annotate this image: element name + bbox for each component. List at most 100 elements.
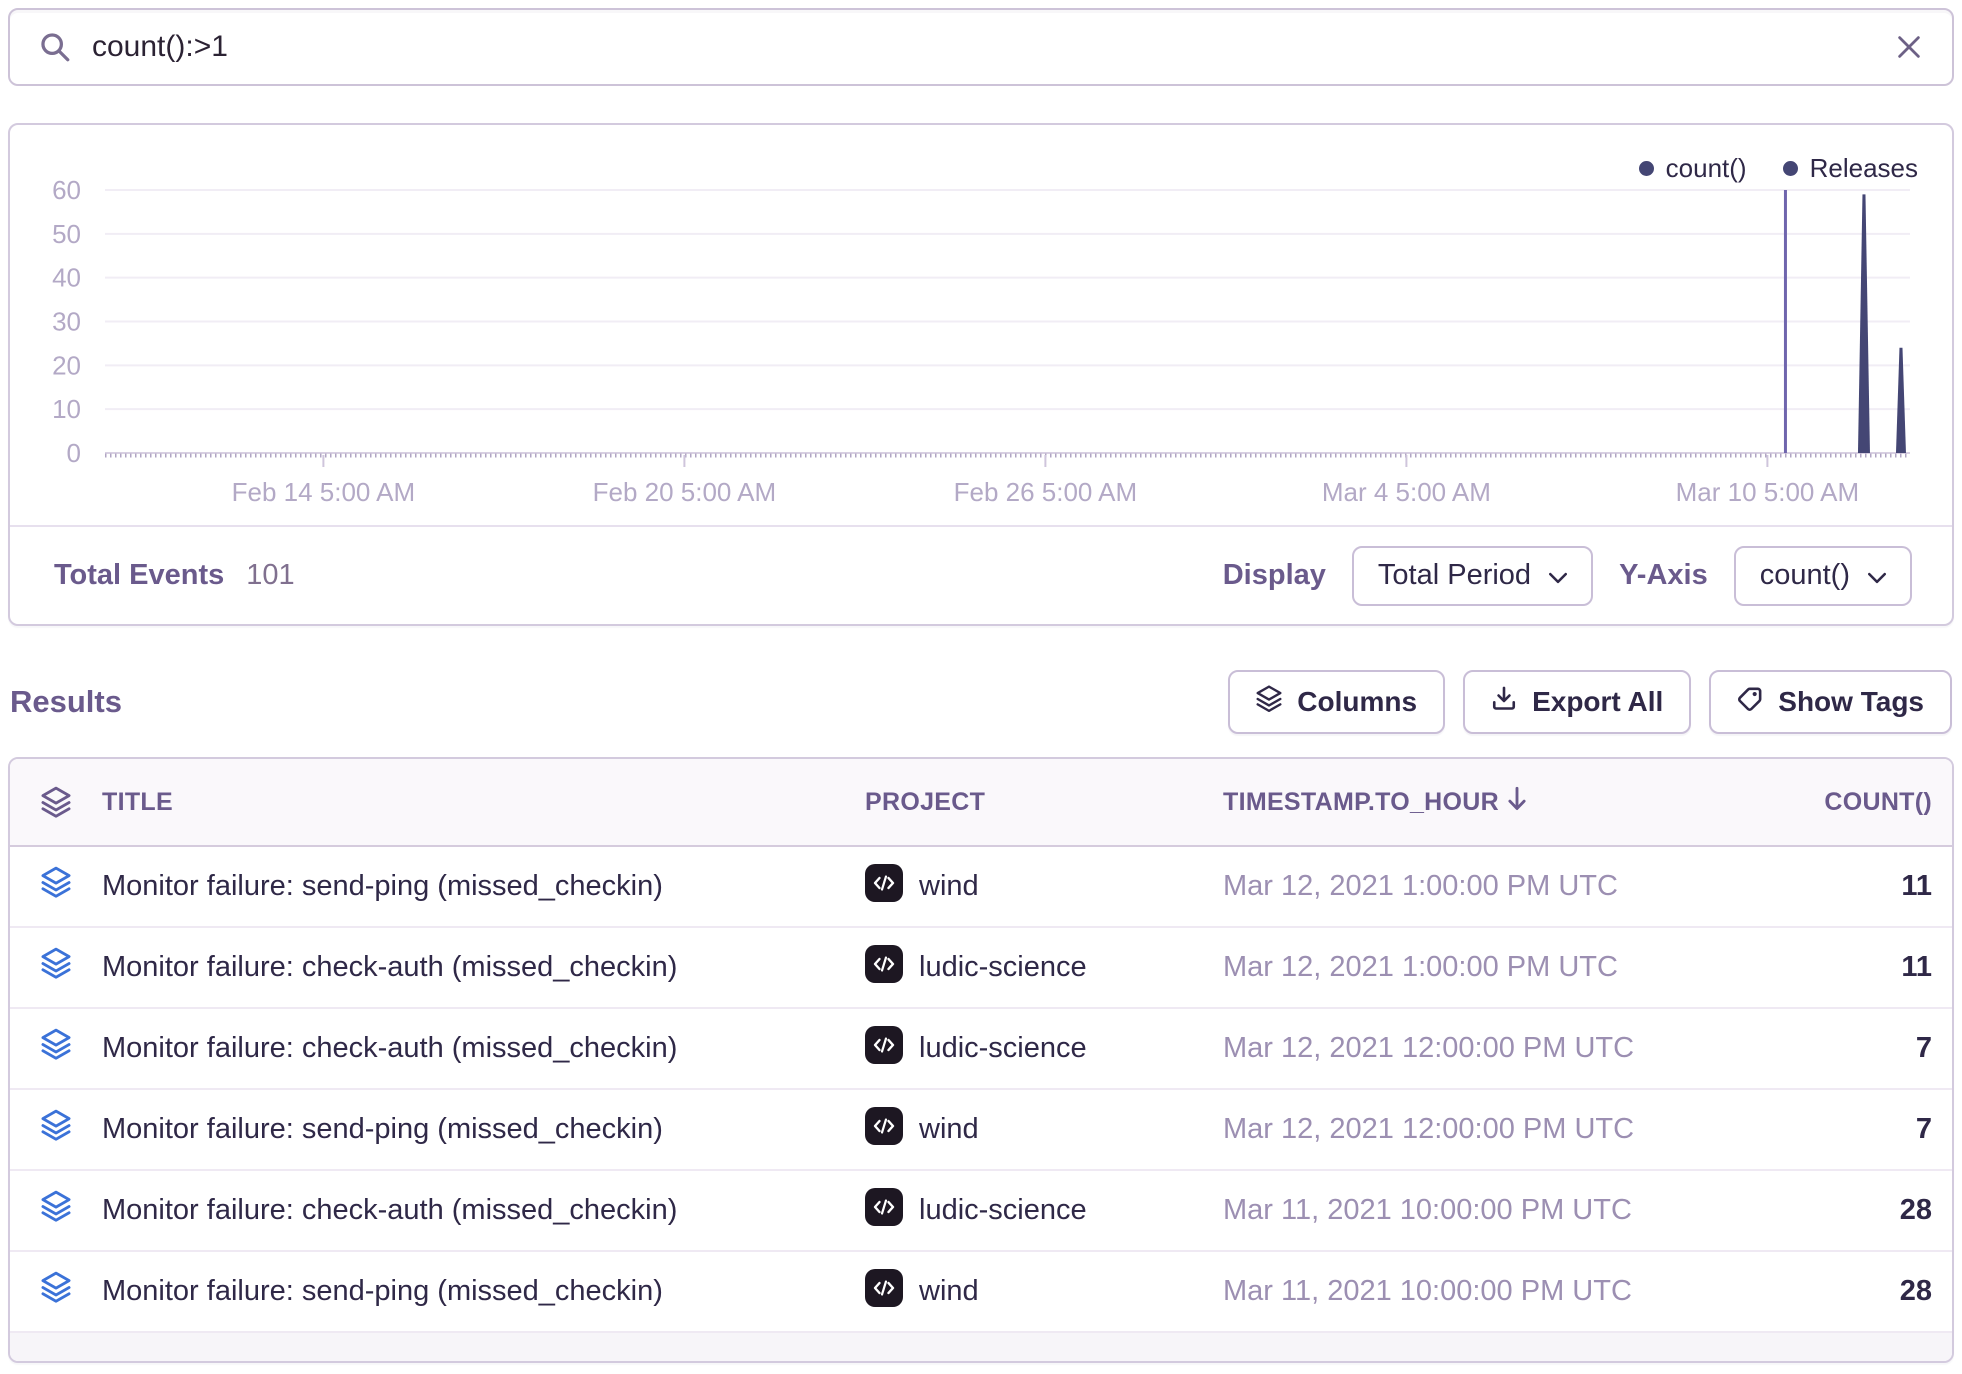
legend-dot-count-icon (1639, 161, 1654, 176)
chevron-down-icon (1549, 559, 1567, 592)
table-row: Monitor failure: check-auth (missed_chec… (10, 928, 1952, 1009)
event-stack-icon[interactable] (41, 1271, 71, 1312)
project-name[interactable]: wind (919, 1113, 979, 1146)
event-title-link[interactable]: Monitor failure: check-auth (missed_chec… (102, 951, 677, 984)
svg-text:20: 20 (52, 350, 81, 380)
column-header-timestamp-label: TIMESTAMP.TO_HOUR (1223, 788, 1499, 817)
count-value: 11 (1901, 870, 1932, 903)
event-title-link[interactable]: Monitor failure: send-ping (missed_check… (102, 870, 663, 903)
timestamp-value: Mar 11, 2021 10:00:00 PM UTC (1223, 1275, 1632, 1308)
columns-button-label: Columns (1297, 686, 1417, 718)
project-name[interactable]: ludic-science (919, 951, 1087, 984)
table-header-row: TITLE PROJECT TIMESTAMP.TO_HOUR COUNT() (10, 759, 1952, 847)
legend-label-count: count() (1666, 153, 1747, 184)
svg-text:30: 30 (52, 307, 81, 337)
event-title-link[interactable]: Monitor failure: check-auth (missed_chec… (102, 1032, 677, 1065)
legend-label-releases: Releases (1810, 153, 1918, 184)
count-value: 7 (1916, 1032, 1932, 1065)
project-platform-icon (865, 1026, 903, 1072)
project-platform-icon (865, 1188, 903, 1234)
svg-text:10: 10 (52, 394, 81, 424)
discover-page: count():>1 0 10 20 30 40 50 60 Feb 14 5:00 AM Fe… (0, 0, 1962, 1371)
event-stack-icon[interactable] (41, 1028, 71, 1069)
search-bar[interactable]: count():>1 (8, 8, 1954, 86)
clear-search-icon[interactable] (1894, 32, 1924, 62)
total-events-value: 101 (246, 559, 294, 592)
display-select[interactable]: Total Period (1352, 546, 1593, 606)
search-input[interactable]: count():>1 (92, 30, 1874, 64)
timestamp-value: Mar 12, 2021 1:00:00 PM UTC (1223, 870, 1618, 903)
layers-icon (1256, 685, 1282, 720)
table-row: Monitor failure: check-auth (missed_chec… (10, 1009, 1952, 1090)
events-chart-panel: 0 10 20 30 40 50 60 Feb 14 5:00 AM Feb 20 5:00 A… (8, 123, 1954, 626)
project-name[interactable]: ludic-science (919, 1032, 1087, 1065)
column-header-count[interactable]: COUNT() (1723, 788, 1952, 817)
chart-area: 0 10 20 30 40 50 60 Feb 14 5:00 AM Feb 20 5:00 A… (10, 125, 1952, 525)
count-value: 7 (1916, 1113, 1932, 1146)
svg-text:Feb 14 5:00 AM: Feb 14 5:00 AM (232, 477, 416, 507)
project-name[interactable]: wind (919, 870, 979, 903)
display-label: Display (1223, 559, 1326, 592)
table-row: Monitor failure: check-auth (missed_chec… (10, 1171, 1952, 1252)
download-icon (1491, 686, 1517, 719)
event-stack-icon[interactable] (41, 1190, 71, 1231)
table-row: Monitor failure: send-ping (missed_check… (10, 1090, 1952, 1171)
yaxis-select-value: count() (1760, 559, 1850, 592)
timestamp-value: Mar 12, 2021 12:00:00 PM UTC (1223, 1032, 1634, 1065)
results-table: TITLE PROJECT TIMESTAMP.TO_HOUR COUNT() … (8, 757, 1954, 1363)
table-row: Monitor failure: send-ping (missed_check… (10, 1252, 1952, 1333)
event-title-link[interactable]: Monitor failure: send-ping (missed_check… (102, 1275, 663, 1308)
header-stack-icon[interactable] (10, 786, 102, 819)
column-header-title[interactable]: TITLE (102, 788, 865, 817)
yaxis-label: Y-Axis (1619, 559, 1708, 592)
total-events-label: Total Events (54, 559, 224, 592)
show-tags-button[interactable]: Show Tags (1709, 670, 1952, 734)
chart-legend: count() Releases (1639, 153, 1918, 184)
project-platform-icon (865, 945, 903, 991)
event-stack-icon[interactable] (41, 1109, 71, 1150)
events-chart[interactable]: 0 10 20 30 40 50 60 Feb 14 5:00 AM Feb 20 5:00 A… (10, 125, 1952, 525)
timestamp-value: Mar 11, 2021 10:00:00 PM UTC (1223, 1194, 1632, 1227)
tag-icon (1737, 686, 1763, 719)
event-stack-icon[interactable] (41, 947, 71, 988)
timestamp-value: Mar 12, 2021 12:00:00 PM UTC (1223, 1113, 1634, 1146)
svg-text:50: 50 (52, 219, 81, 249)
project-platform-icon (865, 1269, 903, 1315)
project-platform-icon (865, 864, 903, 910)
svg-text:60: 60 (52, 175, 81, 205)
display-select-value: Total Period (1378, 559, 1531, 592)
export-all-button[interactable]: Export All (1463, 670, 1691, 734)
results-title: Results (10, 684, 122, 720)
column-header-timestamp[interactable]: TIMESTAMP.TO_HOUR (1223, 786, 1723, 819)
svg-text:0: 0 (67, 438, 81, 468)
project-name[interactable]: wind (919, 1275, 979, 1308)
svg-text:Feb 20 5:00 AM: Feb 20 5:00 AM (593, 477, 777, 507)
export-all-button-label: Export All (1532, 686, 1663, 718)
svg-text:Mar 10 5:00 AM: Mar 10 5:00 AM (1676, 477, 1860, 507)
column-header-project[interactable]: PROJECT (865, 788, 1223, 817)
event-stack-icon[interactable] (41, 866, 71, 907)
event-title-link[interactable]: Monitor failure: check-auth (missed_chec… (102, 1194, 677, 1227)
yaxis-select[interactable]: count() (1734, 546, 1912, 606)
chevron-down-icon (1868, 559, 1886, 592)
sort-desc-arrow-icon (1507, 786, 1527, 819)
svg-text:40: 40 (52, 263, 81, 293)
project-name[interactable]: ludic-science (919, 1194, 1087, 1227)
columns-button[interactable]: Columns (1228, 670, 1445, 734)
count-value: 28 (1900, 1194, 1932, 1227)
count-value: 11 (1901, 951, 1932, 984)
project-platform-icon (865, 1107, 903, 1153)
table-body: Monitor failure: send-ping (missed_check… (10, 847, 1952, 1333)
show-tags-button-label: Show Tags (1778, 686, 1924, 718)
timestamp-value: Mar 12, 2021 1:00:00 PM UTC (1223, 951, 1618, 984)
results-bar: Results Columns Export All Show Tags (8, 670, 1954, 734)
table-footer-strip (10, 1333, 1952, 1361)
legend-dot-releases-icon (1783, 161, 1798, 176)
event-title-link[interactable]: Monitor failure: send-ping (missed_check… (102, 1113, 663, 1146)
legend-entry-releases[interactable]: Releases (1783, 153, 1918, 184)
legend-entry-count[interactable]: count() (1639, 153, 1747, 184)
svg-text:Mar 4 5:00 AM: Mar 4 5:00 AM (1322, 477, 1491, 507)
table-row: Monitor failure: send-ping (missed_check… (10, 847, 1952, 928)
chart-footer: Total Events 101 Display Total Period Y-… (10, 525, 1952, 624)
count-value: 28 (1900, 1275, 1932, 1308)
